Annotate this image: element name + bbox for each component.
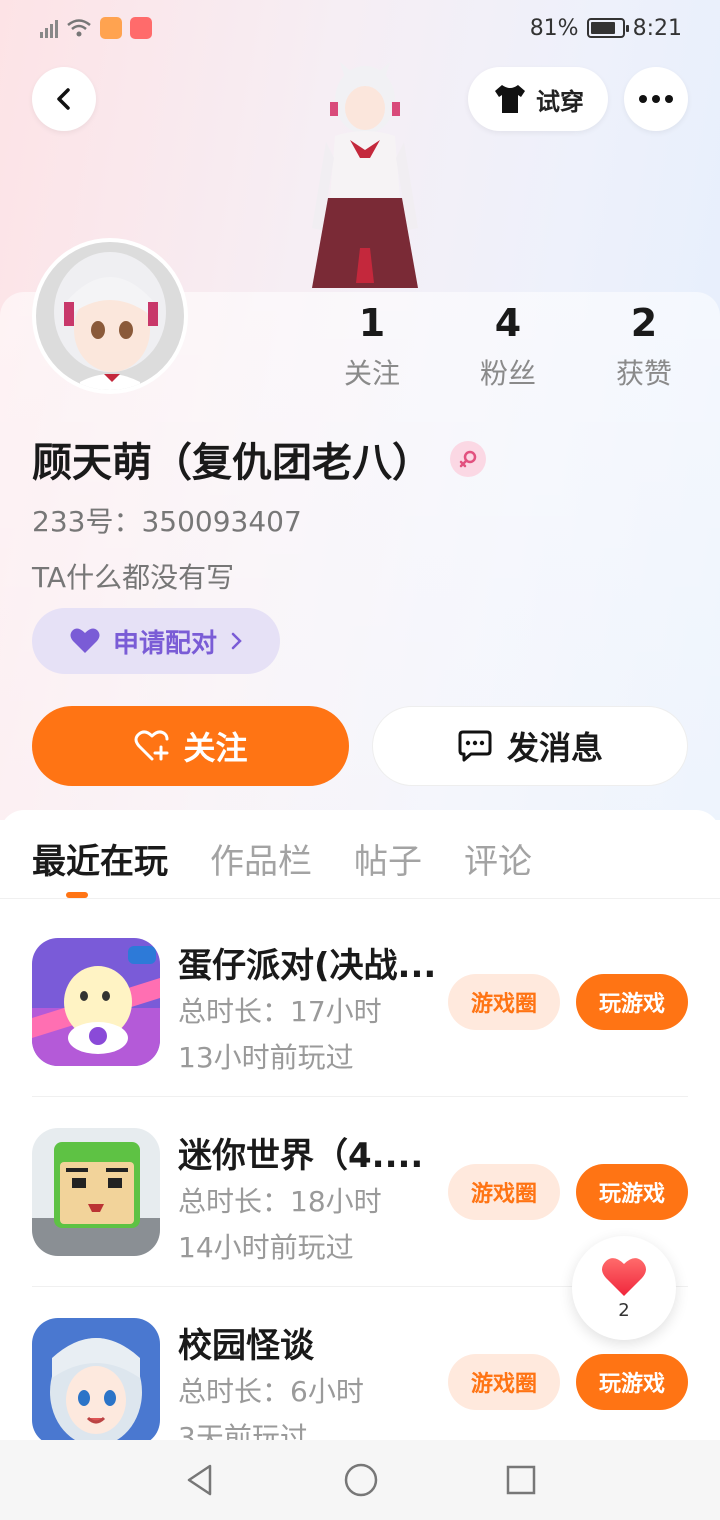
user-id: 233号：350093407 [32,500,302,540]
chat-bubble-icon [458,730,492,762]
game-icon-campus-ghost-stories[interactable] [32,1318,160,1446]
signal-icon [40,18,58,38]
chevron-right-icon [231,632,242,650]
tab-comments[interactable]: 评论 [464,834,532,894]
stat-likes[interactable]: 2 获赞 [576,300,712,392]
profile-stats: 1 关注 4 粉丝 2 获赞 [304,300,712,392]
tab-works[interactable]: 作品栏 [210,834,312,894]
clock: 8:21 [632,15,682,41]
app-notification-icon [130,17,152,39]
stat-followers[interactable]: 4 粉丝 [440,300,576,392]
try-on-label: 试穿 [536,87,584,116]
chevron-left-icon [57,88,70,110]
try-on-button[interactable]: 试穿 [468,67,608,131]
heart-plus-icon [134,730,169,761]
recents-square-icon[interactable] [506,1465,536,1495]
send-message-label: 发消息 [506,729,603,767]
follow-button[interactable]: 关注 [32,706,349,786]
stat-followers-value: 4 [494,301,522,345]
username-row: 顾天萌（复仇团老八） [32,430,486,488]
stat-following-value: 1 [358,301,386,345]
battery-icon [586,18,629,38]
stat-following[interactable]: 1 关注 [304,300,440,392]
wifi-icon [67,19,91,37]
game-circle-button[interactable]: 游戏圈 [448,974,560,1030]
game-circle-button[interactable]: 游戏圈 [448,1164,560,1220]
character-figure [312,62,418,288]
tab-recently-played[interactable]: 最近在玩 [32,834,168,894]
play-game-button[interactable]: 玩游戏 [576,974,688,1030]
send-message-button[interactable]: 发消息 [372,706,688,786]
game-circle-button[interactable]: 游戏圈 [448,1354,560,1410]
avatar[interactable] [32,238,188,394]
tshirt-icon [495,85,525,113]
back-triangle-icon[interactable] [184,1463,216,1497]
game-title: 校园怪谈 [178,1326,314,1366]
game-last-played: 13小时前玩过 [178,1041,354,1074]
game-duration: 总时长：18小时 [178,1185,382,1218]
back-button[interactable] [32,67,96,131]
stat-likes-value: 2 [630,301,658,345]
video-app-icon [100,17,122,39]
game-last-played: 14小时前玩过 [178,1231,354,1264]
female-icon [450,441,486,477]
tabs-divider [0,898,720,899]
like-button[interactable]: 2 [572,1236,676,1340]
bio: TA什么都没有写 [32,561,235,594]
game-title: 蛋仔派对(决战... [178,946,437,986]
like-count: 2 [618,1299,630,1321]
user-id-label: 233号： [32,505,142,538]
home-circle-icon[interactable] [344,1463,378,1497]
game-duration: 总时长：17小时 [178,995,382,1028]
game-duration: 总时长：6小时 [178,1375,364,1408]
request-pair-label: 申请配对 [112,628,217,659]
system-nav-bar [0,1440,720,1520]
user-id-value: 350093407 [141,505,302,538]
game-title: 迷你世界（4.... [178,1136,424,1176]
avatar-image [36,242,184,390]
status-bar: 81% 8:21 [0,0,720,56]
game-icon-mini-world[interactable] [32,1128,160,1256]
game-icon-eggy-party[interactable] [32,938,160,1066]
heart-pair-icon [70,628,100,653]
request-pair-button[interactable]: 申请配对 [32,608,280,674]
heart-icon [602,1257,646,1296]
item-divider [32,1096,688,1097]
stat-following-label: 关注 [343,357,400,390]
battery-percent: 81% [529,15,579,41]
stat-likes-label: 获赞 [615,357,672,390]
more-button[interactable] [624,67,688,131]
more-dots-icon [639,95,673,103]
profile-tabs: 最近在玩 作品栏 帖子 评论 [32,834,532,894]
stat-followers-label: 粉丝 [479,357,536,390]
tab-posts[interactable]: 帖子 [354,834,422,894]
play-game-button[interactable]: 玩游戏 [576,1354,688,1410]
play-game-button[interactable]: 玩游戏 [576,1164,688,1220]
username: 顾天萌（复仇团老八） [32,440,432,486]
follow-label: 关注 [183,729,248,767]
game-item[interactable]: 蛋仔派对(决战... 总时长：17小时 13小时前玩过 游戏圈 玩游戏 [32,938,688,1128]
